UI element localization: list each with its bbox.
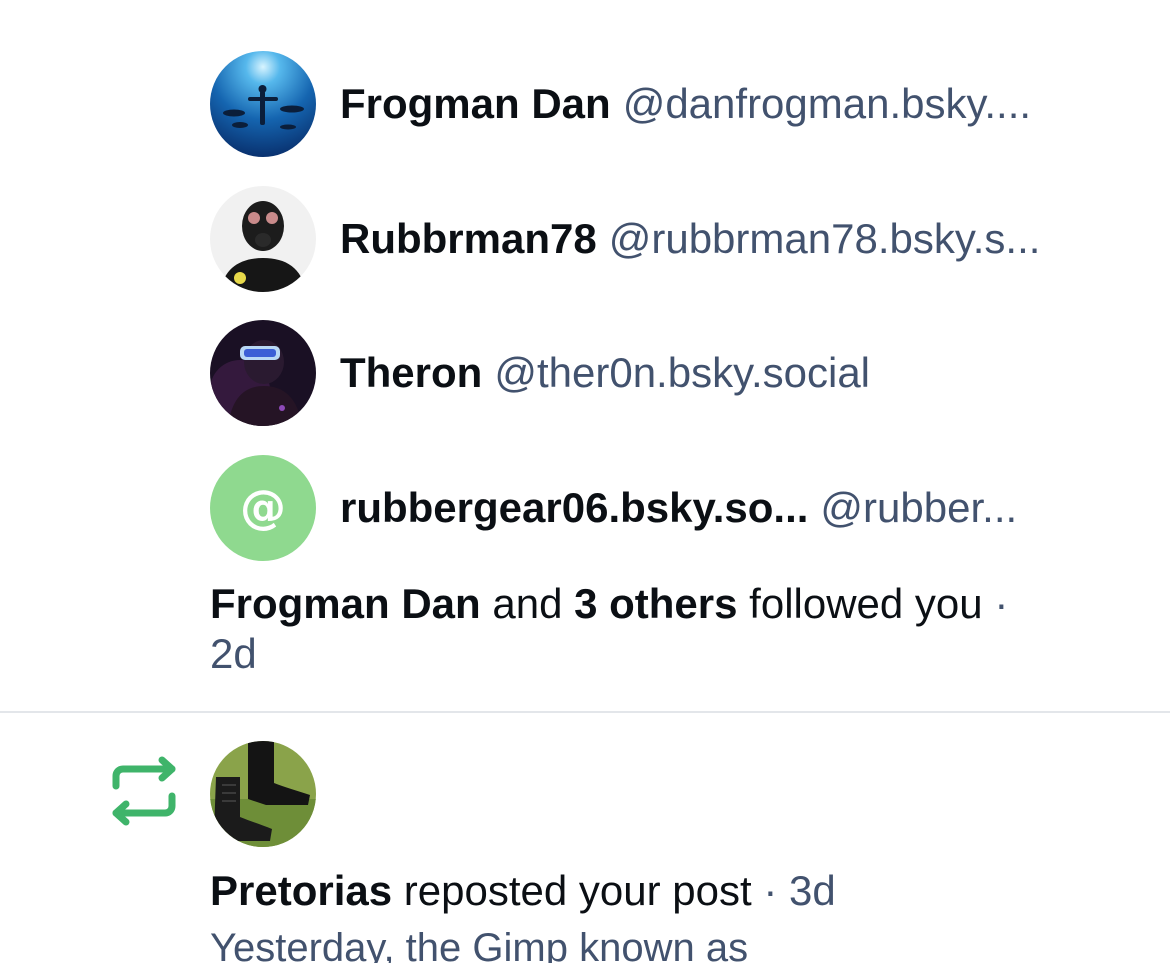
summary-action: followed you — [749, 580, 983, 627]
follower-row-rubbrman78[interactable]: Rubbrman78 @rubbrman78.bsky.s... — [210, 186, 1040, 292]
repost-arrows-icon — [112, 756, 176, 826]
handle: @danfrogman.bsky.... — [622, 80, 1032, 127]
avatar-frogman-dan[interactable] — [210, 51, 316, 157]
notifications-screen: Frogman Dan @danfrogman.bsky.... Rubbrman… — [0, 0, 1170, 963]
handle: @ther0n.bsky.social — [494, 349, 871, 396]
follow-summary[interactable]: Frogman Dan and 3 others followed you · … — [210, 579, 1110, 679]
underwater-diver-icon — [210, 51, 316, 157]
display-name[interactable]: Rubbrman78 — [340, 215, 597, 262]
repost-action: reposted your post — [403, 867, 752, 914]
repost-name[interactable]: Pretorias — [210, 867, 392, 914]
handle: @rubbrman78.bsky.s... — [608, 215, 1041, 262]
avatar-theron[interactable] — [210, 320, 316, 426]
at-sign-icon: @ — [240, 480, 286, 534]
avatar-pretorias[interactable] — [210, 741, 316, 847]
repost-separator: · — [763, 867, 778, 914]
handle: @rubber... — [820, 484, 1018, 531]
follower-row-theron[interactable]: Theron @ther0n.bsky.social — [210, 320, 870, 426]
display-name[interactable]: Frogman Dan — [340, 80, 611, 127]
display-name[interactable]: Theron — [340, 349, 482, 396]
summary-time: 2d — [210, 630, 257, 677]
avatar-rubbrman78[interactable] — [210, 186, 316, 292]
repost-icon — [108, 756, 180, 826]
summary-connector: and — [492, 580, 563, 627]
display-name[interactable]: rubbergear06.bsky.so... — [340, 484, 808, 531]
summary-first-name[interactable]: Frogman Dan — [210, 580, 481, 627]
follower-row-frogman-dan[interactable]: Frogman Dan @danfrogman.bsky.... — [210, 51, 1031, 157]
avatar-rubbergear06[interactable]: @ — [210, 455, 316, 561]
summary-others[interactable]: 3 others — [574, 580, 737, 627]
follower-text: Rubbrman78 @rubbrman78.bsky.s... — [340, 214, 1040, 264]
repost-text[interactable]: Pretorias reposted your post · 3d — [210, 866, 836, 916]
notification-divider — [0, 711, 1170, 713]
post-preview[interactable]: Yesterday, the Gimp known as — [210, 924, 748, 963]
boots-icon — [210, 741, 316, 847]
follower-text: Theron @ther0n.bsky.social — [340, 348, 870, 398]
follower-text: Frogman Dan @danfrogman.bsky.... — [340, 79, 1031, 129]
gas-mask-icon — [210, 186, 316, 292]
svg-text:@: @ — [240, 480, 286, 534]
summary-separator: · — [994, 580, 1009, 627]
follower-row-rubbergear06[interactable]: @ rubbergear06.bsky.so... @rubber... — [210, 455, 1017, 561]
repost-time: 3d — [788, 867, 836, 914]
follower-text: rubbergear06.bsky.so... @rubber... — [340, 483, 1017, 533]
neon-goggles-icon — [210, 320, 316, 426]
